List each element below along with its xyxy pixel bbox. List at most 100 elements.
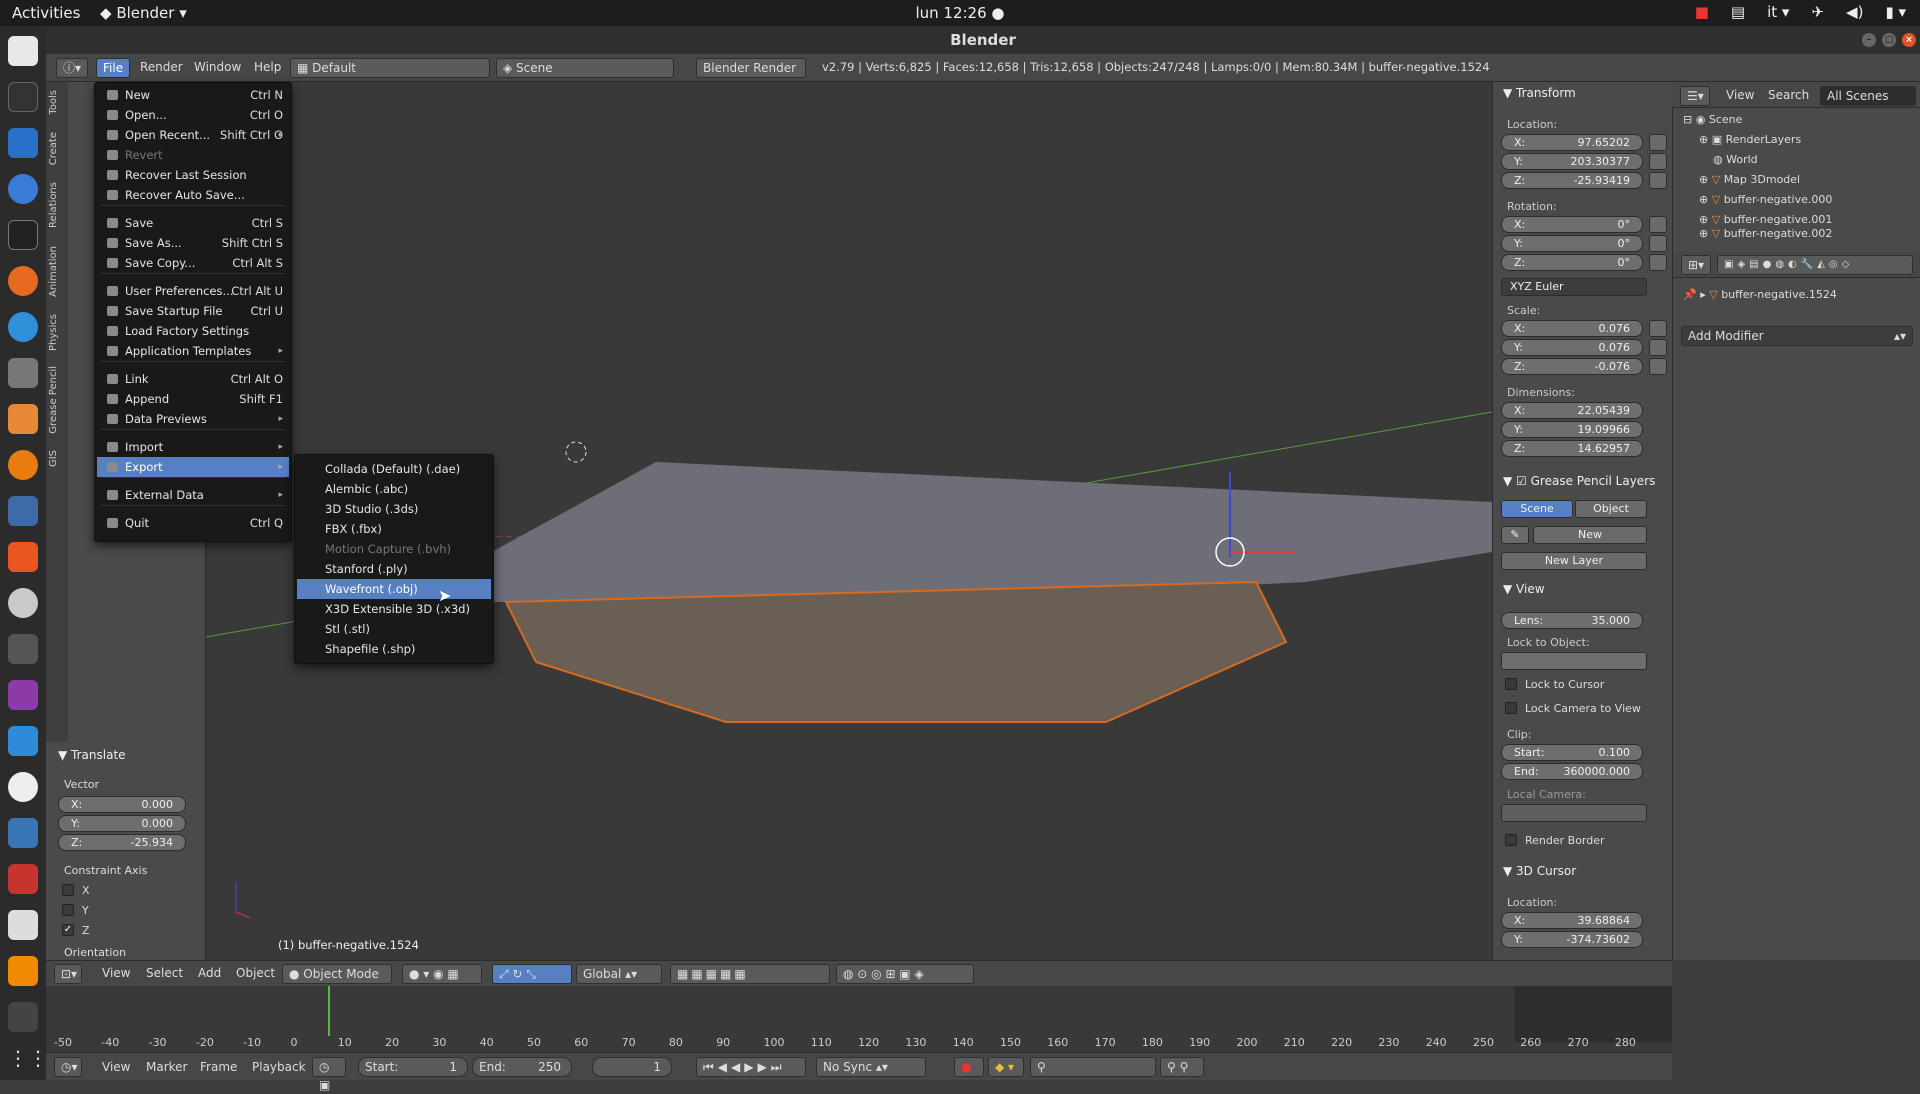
lock-object-field[interactable] [1501, 652, 1647, 670]
record-icon[interactable]: ■ [1695, 3, 1709, 21]
airplane-icon[interactable]: ✈ [1811, 3, 1824, 21]
timeline-view-menu[interactable]: View [102, 1060, 130, 1074]
outliner-view-menu[interactable]: View [1726, 88, 1754, 102]
outliner-row[interactable]: ◍ World [1713, 150, 1920, 170]
marker-menu[interactable]: Marker [146, 1060, 187, 1074]
scale-y-field[interactable]: Y: 0.076 [1501, 339, 1643, 356]
render-border-checkbox[interactable] [1505, 834, 1517, 846]
camera-icon[interactable] [8, 634, 38, 664]
object-menu[interactable]: Object [236, 966, 275, 980]
outliner-search-menu[interactable]: Search [1768, 88, 1809, 102]
shading-buttons[interactable]: ● ▾ ◉ ▦ [402, 964, 482, 984]
range-buttons[interactable]: ◷ ▣ [312, 1057, 346, 1092]
menu-item-quit[interactable]: Quit Ctrl Q [97, 513, 289, 533]
menu-item-save-startup-file[interactable]: Save Startup File Ctrl U [97, 301, 289, 321]
thunderbird-icon[interactable] [8, 312, 38, 342]
notes-icon[interactable] [8, 910, 38, 940]
menu-item-new[interactable]: New Ctrl N [97, 85, 289, 105]
transform-header[interactable]: ▼ Transform [1503, 86, 1576, 100]
outliner-row[interactable]: ⊕ ▽ Map 3Dmodel [1699, 170, 1920, 190]
new-layer-button[interactable]: New Layer [1501, 552, 1647, 570]
lock-icon[interactable] [1649, 339, 1667, 356]
tab-grease-pencil[interactable]: Grease Pencil [48, 366, 59, 434]
menu-item-link[interactable]: Link Ctrl Alt O [97, 369, 289, 389]
help-menu[interactable]: Help [254, 60, 281, 74]
menu-item-recover-last-session[interactable]: Recover Last Session [97, 165, 289, 185]
local-camera-field[interactable] [1501, 804, 1647, 822]
menu-item-user-preferences[interactable]: User Preferences... Ctrl Alt U [97, 281, 289, 301]
cursor-x-field[interactable]: X: 39.68864 [1501, 912, 1643, 929]
dimensions-z-field[interactable]: Z: 14.62957 [1501, 440, 1643, 457]
lock-cursor-checkbox[interactable] [1505, 678, 1517, 690]
inkscape-icon[interactable] [8, 82, 38, 112]
menu-item-recover-auto-save[interactable]: Recover Auto Save... [97, 185, 289, 205]
export-item[interactable]: Wavefront (.obj) [297, 579, 491, 599]
export-item[interactable]: Alembic (.abc) [297, 479, 491, 499]
location-x-field[interactable]: X: 97.65202 [1501, 134, 1643, 151]
tab-gis[interactable]: GIS [48, 450, 59, 467]
gear-app-icon[interactable] [8, 864, 38, 894]
grease-new-button[interactable]: New [1533, 526, 1647, 544]
outliner-editor-button[interactable]: ☰▾ [1680, 86, 1710, 106]
export-item[interactable]: Collada (Default) (.dae) [297, 459, 491, 479]
tab-relations[interactable]: Relations [48, 182, 59, 228]
end-frame-field[interactable]: End: 250 [472, 1057, 572, 1077]
grease-scene-tab[interactable]: Scene [1501, 500, 1573, 518]
render-engine-selector[interactable]: Blender Render ▴▾ [696, 58, 806, 93]
constraint-z-checkbox[interactable]: ✓ [62, 924, 74, 936]
orientation-selector[interactable]: Global ▴▾ [576, 964, 662, 984]
clapper-icon[interactable] [8, 1002, 38, 1032]
lens-field[interactable]: Lens: 35.000 [1501, 612, 1643, 629]
menu-item-data-previews[interactable]: Data Previews ▸ [97, 409, 289, 429]
export-item[interactable]: Motion Capture (.bvh) [297, 539, 491, 559]
settings-icon[interactable] [8, 588, 38, 618]
constraint-y-checkbox[interactable] [62, 904, 74, 916]
outliner-row[interactable]: ⊕ ▽ buffer-negative.002 [1699, 228, 1920, 240]
lock-icon[interactable] [1649, 134, 1667, 151]
maximize-button[interactable]: □ [1882, 33, 1896, 47]
close-button[interactable]: × [1902, 33, 1916, 47]
tab-tools[interactable]: Tools [48, 90, 59, 115]
scale-x-field[interactable]: X: 0.076 [1501, 320, 1643, 337]
tab-animation[interactable]: Animation [48, 246, 59, 297]
editor-type-button[interactable]: ⓘ▾ [56, 58, 88, 78]
constraint-x-checkbox[interactable] [62, 884, 74, 896]
lock-icon[interactable] [1649, 153, 1667, 170]
layout-selector[interactable]: ▦ Default [290, 58, 490, 78]
dimensions-x-field[interactable]: X: 22.05439 [1501, 402, 1643, 419]
tab-create[interactable]: Create [48, 132, 59, 165]
location-z-field[interactable]: Z: -25.93419 [1501, 172, 1643, 189]
keying-set-field[interactable]: ⚲ [1030, 1057, 1156, 1077]
rotation-y-field[interactable]: Y: 0° [1501, 235, 1643, 252]
export-item[interactable]: 3D Studio (.3ds) [297, 499, 491, 519]
export-item[interactable]: FBX (.fbx) [297, 519, 491, 539]
add-menu[interactable]: Add [198, 966, 221, 980]
menu-item-open[interactable]: Open... Ctrl O [97, 105, 289, 125]
select-menu[interactable]: Select [146, 966, 183, 980]
terminal-icon[interactable] [8, 220, 38, 250]
scanner-icon[interactable] [8, 496, 38, 526]
minimize-button[interactable]: – [1862, 33, 1876, 47]
menu-item-open-recent[interactable]: Open Recent... Shift Ctrl O ▸ [97, 125, 289, 145]
impress-icon[interactable] [8, 404, 38, 434]
outliner-row[interactable]: ⊕ ▽ buffer-negative.000 [1699, 190, 1920, 210]
playback-menu[interactable]: Playback [252, 1060, 306, 1074]
lock-icon[interactable] [1649, 254, 1667, 271]
clip-end-field[interactable]: End: 360000.000 [1501, 763, 1643, 780]
render-menu[interactable]: Render [140, 60, 183, 74]
clipboard-icon[interactable]: ▤ [1731, 3, 1745, 21]
record-button[interactable]: ● [954, 1057, 984, 1077]
gimp-icon[interactable] [8, 358, 38, 388]
menu-item-import[interactable]: Import ▸ [97, 437, 289, 457]
start-frame-field[interactable]: Start: 1 [358, 1057, 468, 1077]
outliner-row[interactable]: ⊕ ▽ buffer-negative.001 [1699, 210, 1920, 230]
keyboard-layout[interactable]: it ▾ [1767, 3, 1789, 21]
menu-item-save[interactable]: Save Ctrl S [97, 213, 289, 233]
media-icon[interactable] [8, 680, 38, 710]
show-apps-icon[interactable]: ⋮⋮ [8, 1046, 48, 1076]
vector-y-field[interactable]: Y: 0.000 [58, 815, 186, 832]
outliner-row[interactable]: ⊕ ▣ RenderLayers [1699, 130, 1920, 150]
export-item[interactable]: Stanford (.ply) [297, 559, 491, 579]
window-menu[interactable]: Window [194, 60, 241, 74]
lock-camera-checkbox[interactable] [1505, 702, 1517, 714]
